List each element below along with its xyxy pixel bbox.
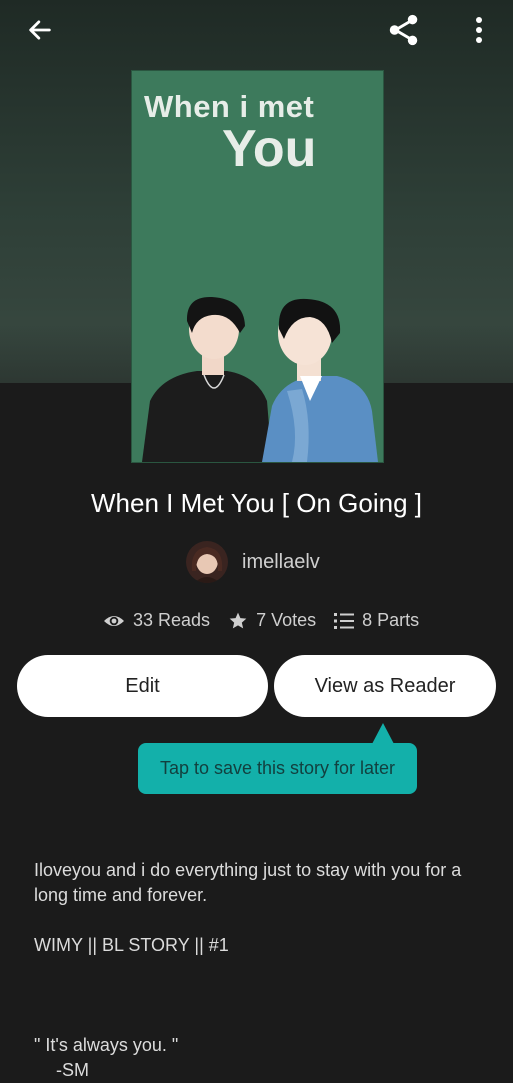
reads-stat: 33 Reads bbox=[103, 610, 210, 631]
description-signature: -SM bbox=[56, 1060, 89, 1080]
description-quote: " It's always you. " bbox=[34, 1035, 179, 1055]
author-name[interactable]: imellaelv bbox=[242, 551, 320, 574]
arrow-left-icon bbox=[29, 20, 51, 40]
avatar[interactable] bbox=[186, 541, 228, 583]
description-tags: WIMY || BL STORY || #1 bbox=[34, 935, 229, 955]
share-button[interactable] bbox=[386, 12, 422, 48]
reads-count: 33 Reads bbox=[133, 610, 211, 630]
more-options-button[interactable] bbox=[461, 12, 497, 48]
votes-count: 7 Votes bbox=[256, 610, 317, 630]
edit-button[interactable]: Edit bbox=[17, 655, 268, 717]
author-link[interactable]: imellaelv bbox=[186, 541, 320, 583]
star-icon bbox=[229, 612, 247, 628]
tooltip-text: Tap to save this story for later bbox=[159, 758, 396, 778]
description-line: Iloveyou and i do everything just to sta… bbox=[34, 860, 462, 905]
more-vertical-icon bbox=[476, 17, 482, 43]
view-as-reader-button[interactable]: View as Reader bbox=[274, 655, 496, 717]
story-stats: 33 Reads 7 Votes 8 Parts bbox=[103, 610, 437, 631]
parts-count: 8 Parts bbox=[362, 610, 420, 630]
eye-icon bbox=[104, 615, 124, 626]
back-button[interactable] bbox=[22, 12, 58, 48]
avatar-image bbox=[186, 541, 228, 583]
cover-illustration bbox=[142, 296, 378, 462]
votes-stat: 7 Votes bbox=[228, 610, 316, 631]
story-description: Iloveyou and i do everything just to sta… bbox=[34, 858, 474, 1083]
share-icon bbox=[389, 14, 418, 46]
story-title: When I Met You [ On Going ] bbox=[91, 488, 422, 518]
parts-stat[interactable]: 8 Parts bbox=[334, 610, 419, 631]
story-cover[interactable]: When i met You bbox=[131, 70, 384, 463]
save-story-tooltip[interactable]: Tap to save this story for later bbox=[138, 723, 417, 794]
list-icon bbox=[334, 612, 355, 629]
